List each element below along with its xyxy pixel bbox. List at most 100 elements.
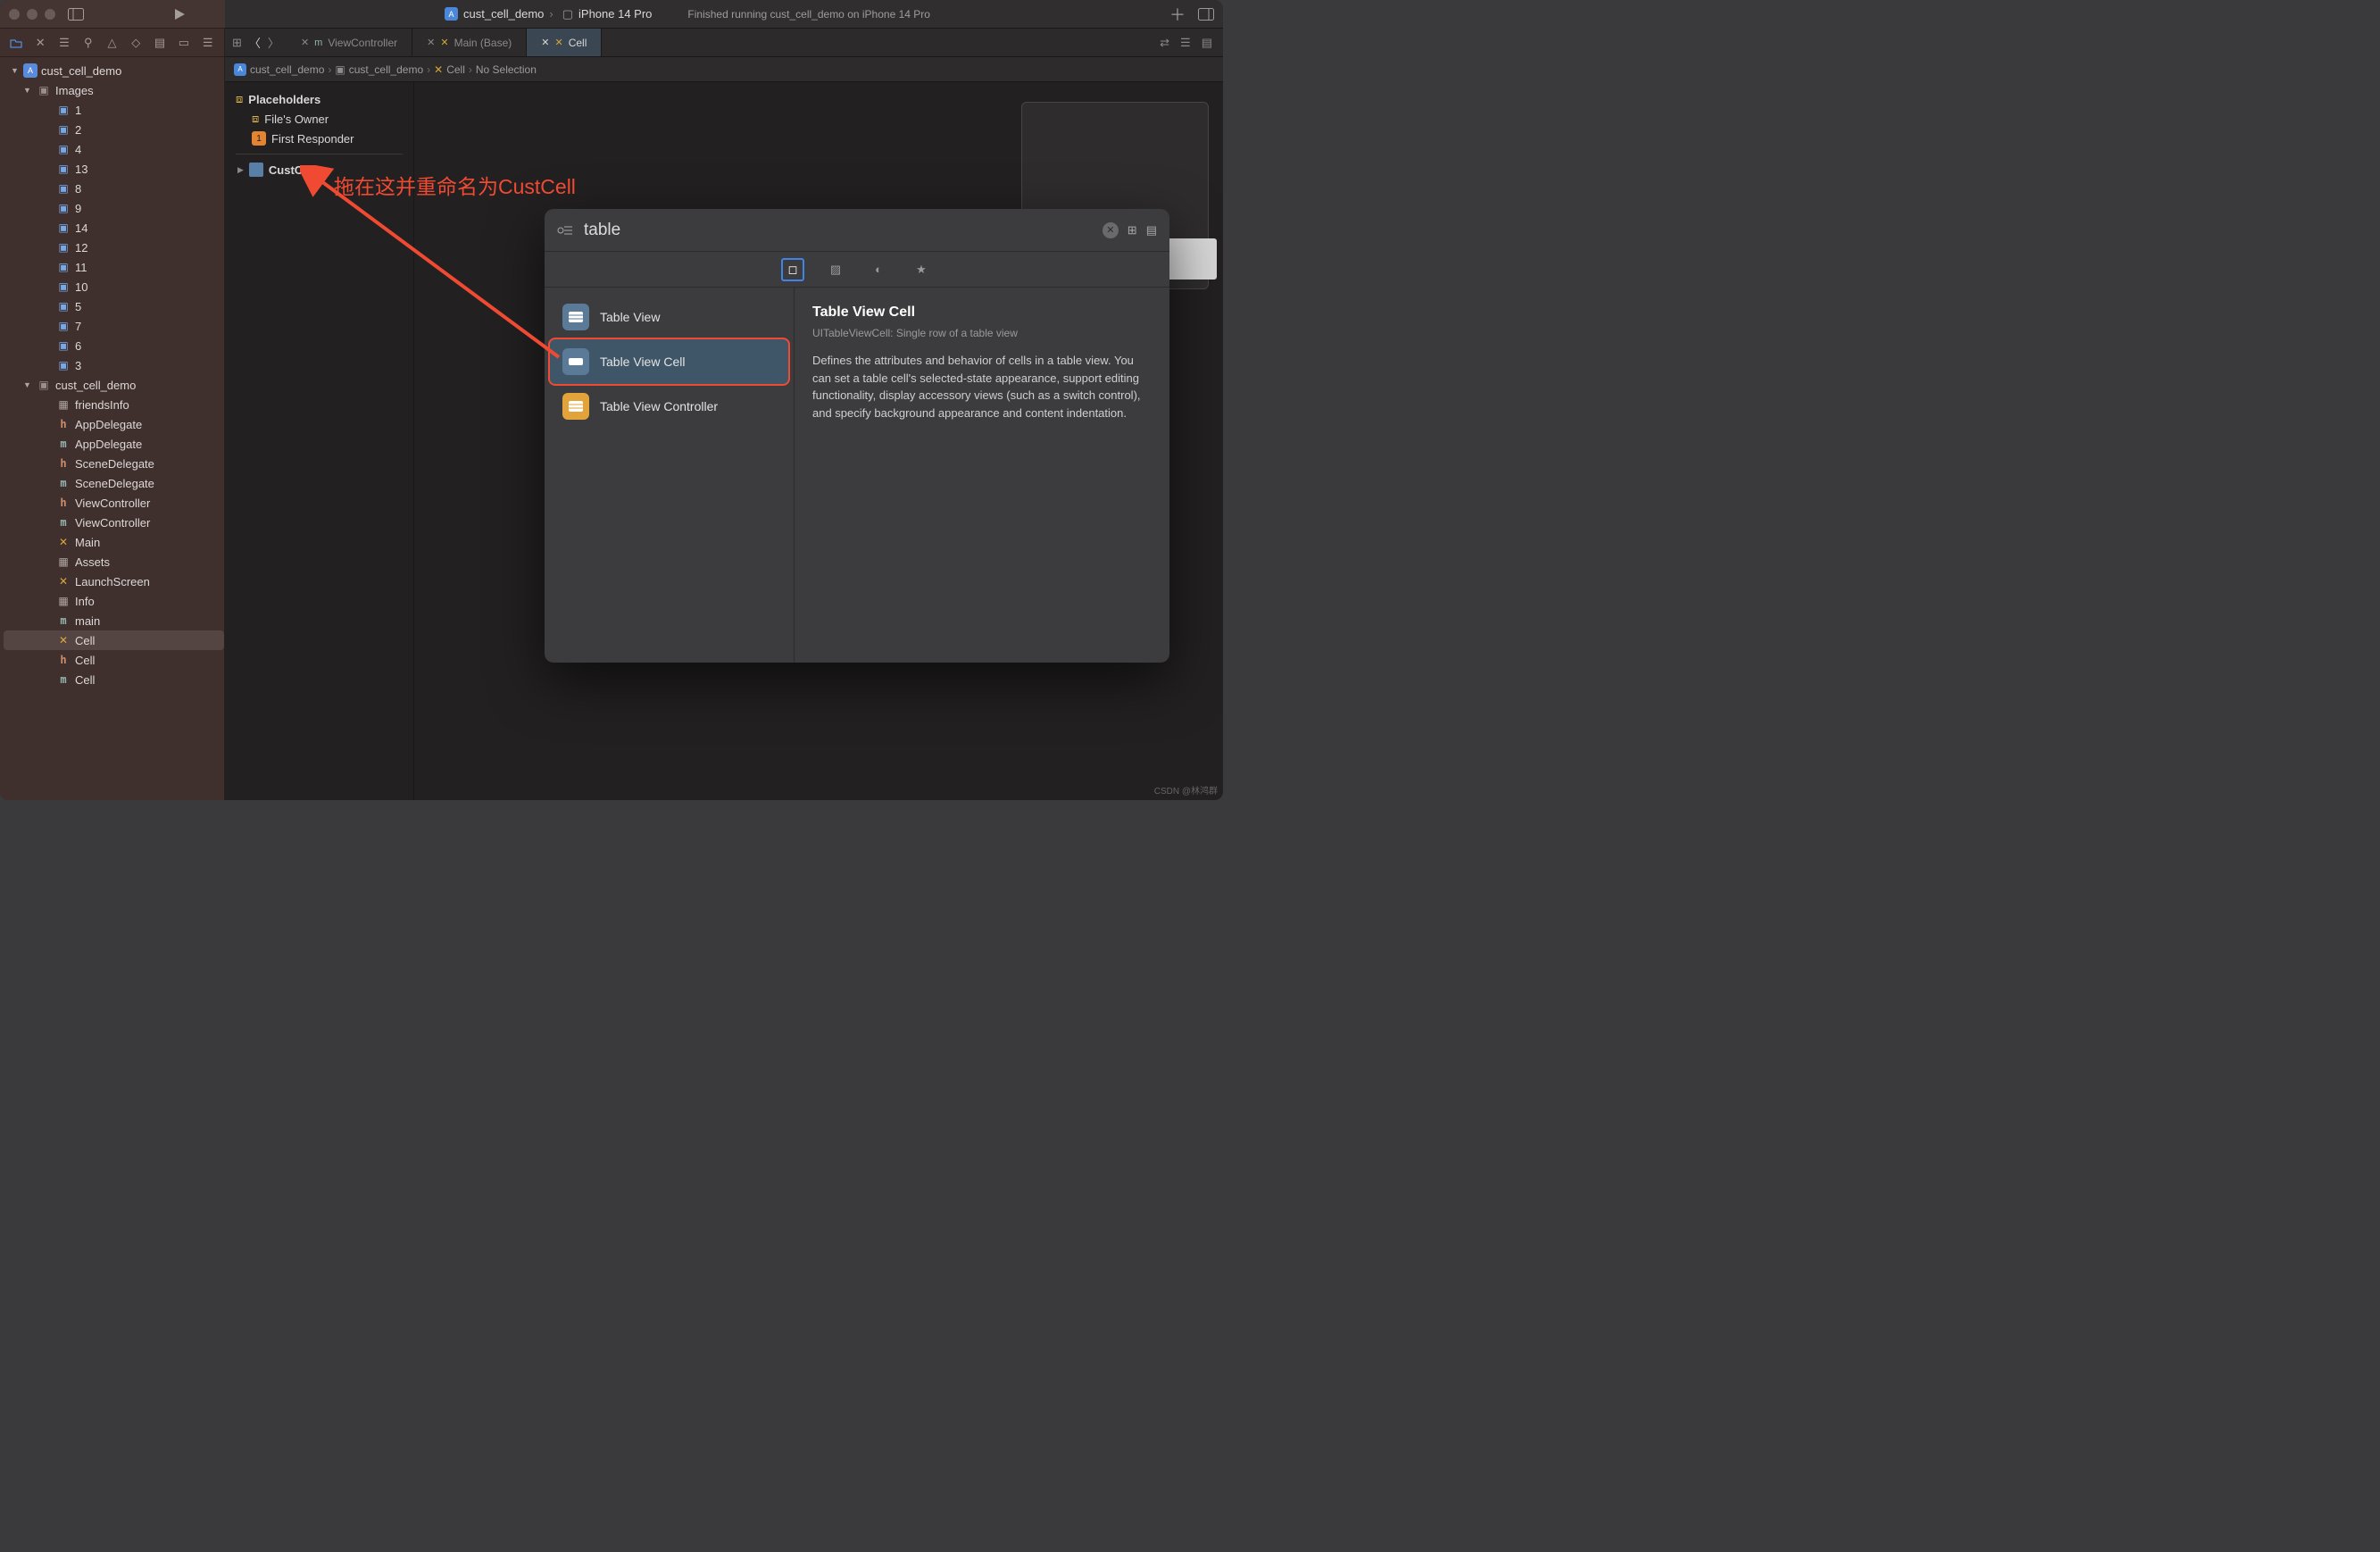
source-file-row[interactable]: ✕Cell bbox=[4, 630, 224, 650]
report-navigator-tab[interactable]: ☰ bbox=[200, 35, 215, 51]
navigator-selector-bar: ✕ ☰ ⚲ △ ◇ ▤ ▭ ☰ bbox=[0, 29, 224, 57]
grid-view-icon[interactable]: ⊞ bbox=[1128, 223, 1137, 238]
image-file-row[interactable]: ▣10 bbox=[4, 277, 224, 296]
image-file-row[interactable]: ▣6 bbox=[4, 336, 224, 355]
image-file-row[interactable]: ▣1 bbox=[4, 100, 224, 120]
clear-search-button[interactable]: ✕ bbox=[1103, 222, 1119, 238]
destination-selector[interactable]: ▢ iPhone 14 Pro bbox=[562, 7, 653, 21]
library-result-row[interactable]: Table View Cell bbox=[550, 339, 788, 384]
editor-options-icon[interactable]: ☰ bbox=[1180, 36, 1191, 50]
editor-tab[interactable]: ✕✕Cell bbox=[527, 29, 602, 56]
color-filter-icon[interactable]: ◐ bbox=[870, 261, 887, 279]
snippets-filter-icon[interactable]: ★ bbox=[912, 261, 930, 279]
image-file-row[interactable]: ▣2 bbox=[4, 120, 224, 139]
add-editor-icon[interactable]: ▤ bbox=[1202, 36, 1212, 50]
src-group-row[interactable]: ▼ ▣ cust_cell_demo bbox=[4, 375, 224, 395]
image-icon: ▣ bbox=[55, 104, 71, 116]
xib-icon: ✕ bbox=[440, 37, 448, 48]
zoom-window-icon[interactable] bbox=[45, 9, 55, 20]
close-window-icon[interactable] bbox=[9, 9, 20, 20]
m-icon: m bbox=[314, 38, 322, 48]
close-tab-icon[interactable]: ✕ bbox=[541, 37, 549, 48]
related-items-icon[interactable]: ⊞ bbox=[232, 36, 242, 50]
chevron-right-icon[interactable]: ▶ bbox=[237, 165, 244, 175]
source-file-row[interactable]: ✕Main bbox=[4, 532, 224, 552]
file-label: 5 bbox=[75, 300, 81, 313]
image-file-row[interactable]: ▣5 bbox=[4, 296, 224, 316]
back-button[interactable]: 〈 bbox=[249, 34, 261, 51]
image-file-row[interactable]: ▣4 bbox=[4, 139, 224, 159]
library-search-input[interactable] bbox=[582, 220, 1094, 241]
detail-title: Table View Cell bbox=[812, 302, 1152, 323]
image-file-row[interactable]: ▣8 bbox=[4, 179, 224, 198]
breadcrumb-item[interactable]: cust_cell_demo bbox=[250, 63, 324, 76]
editor-tab[interactable]: ✕✕Main (Base) bbox=[412, 29, 527, 56]
disclosure-icon[interactable]: ▼ bbox=[23, 380, 32, 389]
minimize-window-icon[interactable] bbox=[27, 9, 37, 20]
source-file-row[interactable]: ▦Info bbox=[4, 591, 224, 611]
debug-navigator-tab[interactable]: ▤ bbox=[153, 35, 168, 51]
image-file-row[interactable]: ▣7 bbox=[4, 316, 224, 336]
adjust-editor-icon[interactable]: ⇄ bbox=[1160, 36, 1169, 50]
objects-filter-icon[interactable]: ◻ bbox=[784, 261, 802, 279]
breadcrumb-item[interactable]: cust_cell_demo bbox=[349, 63, 423, 76]
source-file-row[interactable]: hViewController bbox=[4, 493, 224, 513]
image-icon: ▣ bbox=[55, 261, 71, 273]
symbol-navigator-tab[interactable]: ☰ bbox=[57, 35, 72, 51]
jump-bar[interactable]: A cust_cell_demo › ▣ cust_cell_demo › ✕ … bbox=[225, 57, 1223, 82]
list-view-icon[interactable]: ▤ bbox=[1146, 223, 1157, 238]
source-file-row[interactable]: hCell bbox=[4, 650, 224, 670]
images-group-row[interactable]: ▼ ▣ Images bbox=[4, 80, 224, 100]
disclosure-icon[interactable]: ▼ bbox=[11, 66, 20, 75]
run-button[interactable] bbox=[173, 8, 186, 21]
source-file-row[interactable]: ▦Assets bbox=[4, 552, 224, 572]
scheme-selector[interactable]: A cust_cell_demo › bbox=[445, 7, 553, 21]
library-menu-icon[interactable] bbox=[557, 224, 573, 237]
add-button[interactable]: ＋ bbox=[1169, 3, 1186, 26]
image-file-row[interactable]: ▣3 bbox=[4, 355, 224, 375]
breakpoint-navigator-tab[interactable]: ▭ bbox=[176, 35, 191, 51]
first-responder-item[interactable]: 1 First Responder bbox=[230, 129, 408, 148]
editor-tab[interactable]: ✕mViewController bbox=[287, 29, 412, 56]
files-owner-item[interactable]: ⧈ File's Owner bbox=[230, 109, 408, 129]
files-owner-label: File's Owner bbox=[264, 113, 329, 126]
source-file-row[interactable]: ✕LaunchScreen bbox=[4, 572, 224, 591]
project-root-row[interactable]: ▼ A cust_cell_demo bbox=[4, 61, 224, 80]
source-file-row[interactable]: hAppDelegate bbox=[4, 414, 224, 434]
breadcrumb-item[interactable]: No Selection bbox=[476, 63, 537, 76]
issue-navigator-tab[interactable]: △ bbox=[104, 35, 120, 51]
media-filter-icon[interactable]: ▨ bbox=[827, 261, 845, 279]
disclosure-icon[interactable]: ▼ bbox=[23, 86, 32, 95]
library-result-row[interactable]: Table View Controller bbox=[550, 384, 788, 429]
source-file-row[interactable]: mViewController bbox=[4, 513, 224, 532]
image-file-row[interactable]: ▣13 bbox=[4, 159, 224, 179]
source-file-row[interactable]: mAppDelegate bbox=[4, 434, 224, 454]
source-file-row[interactable]: ▦friendsInfo bbox=[4, 395, 224, 414]
close-tab-icon[interactable]: ✕ bbox=[427, 37, 435, 48]
chevron-right-icon: › bbox=[549, 7, 553, 21]
sidebar-toggle-icon[interactable] bbox=[68, 8, 84, 21]
traffic-lights bbox=[9, 9, 55, 20]
close-tab-icon[interactable]: ✕ bbox=[301, 37, 309, 48]
image-file-row[interactable]: ▣9 bbox=[4, 198, 224, 218]
source-control-navigator-tab[interactable]: ✕ bbox=[33, 35, 48, 51]
find-navigator-tab[interactable]: ⚲ bbox=[80, 35, 96, 51]
breadcrumb-item[interactable]: Cell bbox=[446, 63, 465, 76]
library-results-list[interactable]: Table ViewTable View CellTable View Cont… bbox=[545, 288, 795, 663]
library-toggle-icon[interactable] bbox=[1198, 8, 1214, 21]
image-file-row[interactable]: ▣12 bbox=[4, 238, 224, 257]
image-file-row[interactable]: ▣14 bbox=[4, 218, 224, 238]
image-file-row[interactable]: ▣11 bbox=[4, 257, 224, 277]
forward-button[interactable]: 〉 bbox=[268, 34, 279, 51]
first-responder-icon: 1 bbox=[252, 131, 266, 146]
test-navigator-tab[interactable]: ◇ bbox=[129, 35, 144, 51]
placeholders-section[interactable]: ⧈ Placeholders bbox=[230, 89, 408, 109]
source-file-row[interactable]: mCell bbox=[4, 670, 224, 689]
project-navigator-tab[interactable] bbox=[9, 35, 24, 51]
source-file-row[interactable]: mmain bbox=[4, 611, 224, 630]
source-file-row[interactable]: mSceneDelegate bbox=[4, 473, 224, 493]
library-result-row[interactable]: Table View bbox=[550, 295, 788, 339]
source-file-row[interactable]: hSceneDelegate bbox=[4, 454, 224, 473]
file-label: 12 bbox=[75, 241, 87, 254]
navigator-tree[interactable]: ▼ A cust_cell_demo ▼ ▣ Images ▣1▣2▣4▣13▣… bbox=[0, 57, 224, 800]
